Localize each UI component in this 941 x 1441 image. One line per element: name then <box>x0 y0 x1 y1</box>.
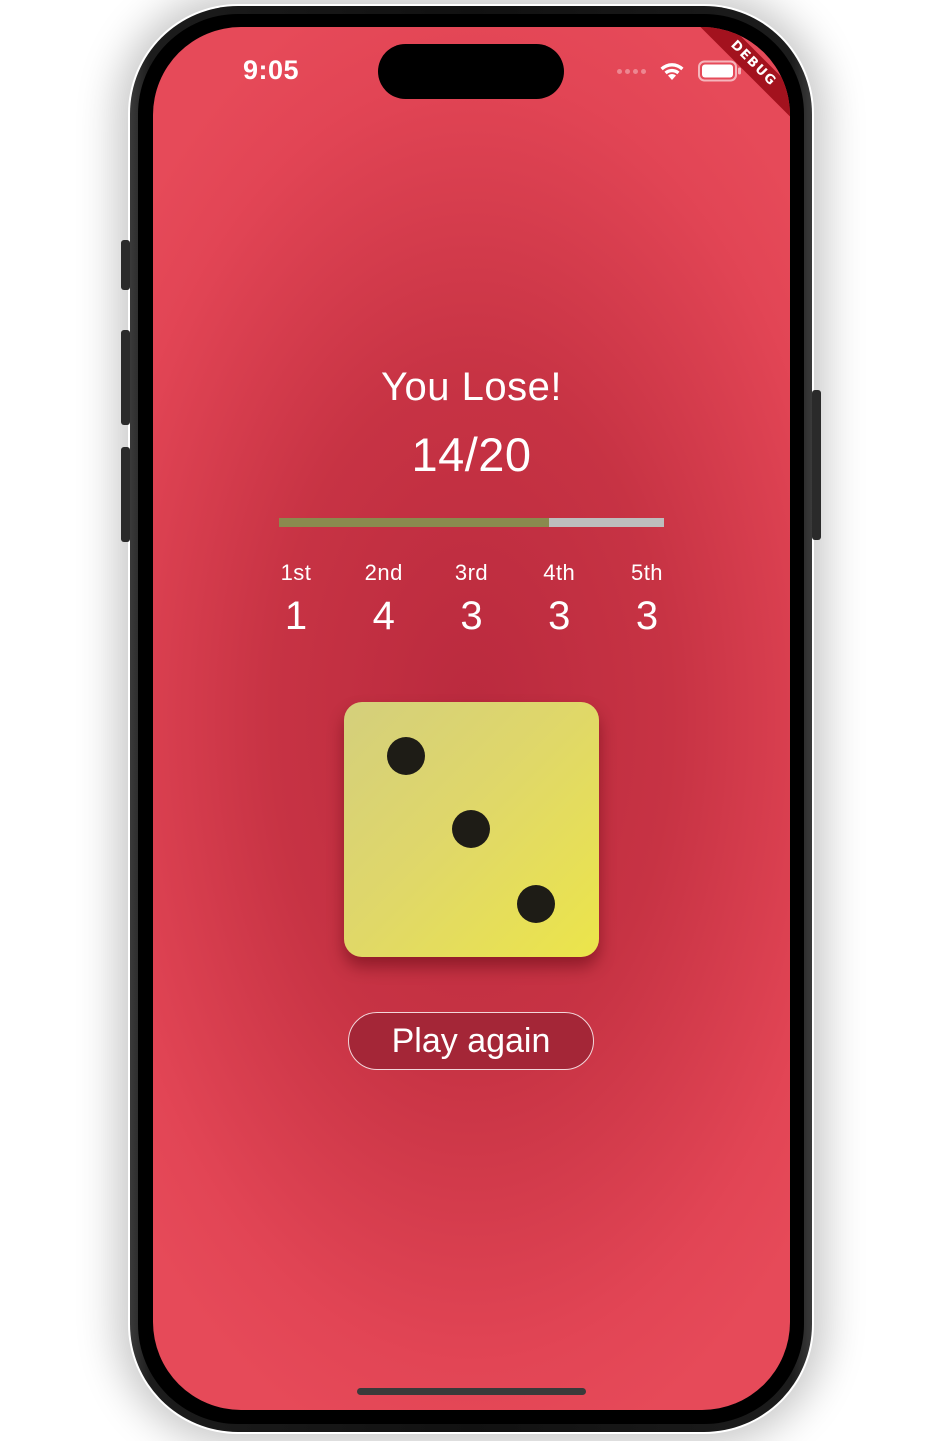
roll-label: 1st <box>280 560 312 585</box>
roll-value: 4 <box>372 594 395 638</box>
roll-label: 2nd <box>364 560 403 585</box>
score-text: 14/20 <box>411 428 532 481</box>
status-icons <box>617 59 742 83</box>
roll-value: 3 <box>635 594 659 638</box>
dice-pip <box>517 885 555 923</box>
roll-label: 4th <box>543 560 576 585</box>
app-screen: 9:05 DEBUG You Lose! 14/20 1st 1 2nd 4 3… <box>153 27 790 1410</box>
roll-label: 3rd <box>454 560 489 585</box>
volume-down-button <box>121 447 130 542</box>
dice-pip <box>452 810 490 848</box>
roll-label: 5th <box>630 560 664 585</box>
power-button <box>812 390 821 540</box>
roll-value: 3 <box>548 594 571 638</box>
roll-item: 2nd 4 <box>349 560 419 639</box>
roll-item: 4th 3 <box>524 560 594 639</box>
roll-item: 5th 3 <box>612 560 682 639</box>
volume-up-button <box>121 330 130 425</box>
cellular-signal-icon <box>617 68 646 74</box>
score-progress-fill <box>279 518 549 527</box>
score-progress-bar <box>279 518 664 527</box>
device-stage: 9:05 DEBUG You Lose! 14/20 1st 1 2nd 4 3… <box>0 0 941 1441</box>
dice-pip <box>387 737 425 775</box>
roll-value: 1 <box>284 594 308 638</box>
dynamic-island <box>378 44 564 99</box>
play-again-button[interactable]: Play again <box>348 1012 594 1070</box>
roll-value: 3 <box>460 594 483 638</box>
roll-history: 1st 1 2nd 4 3rd 3 4th 3 5th 3 <box>261 560 682 639</box>
status-time: 9:05 <box>243 55 300 85</box>
roll-item: 3rd 3 <box>437 560 507 639</box>
wifi-icon <box>660 63 684 80</box>
dice[interactable] <box>344 702 599 957</box>
result-title: You Lose! <box>381 365 562 409</box>
battery-icon <box>698 60 741 82</box>
silent-switch <box>121 240 130 290</box>
home-indicator[interactable] <box>357 1388 586 1395</box>
roll-item: 1st 1 <box>261 560 331 639</box>
